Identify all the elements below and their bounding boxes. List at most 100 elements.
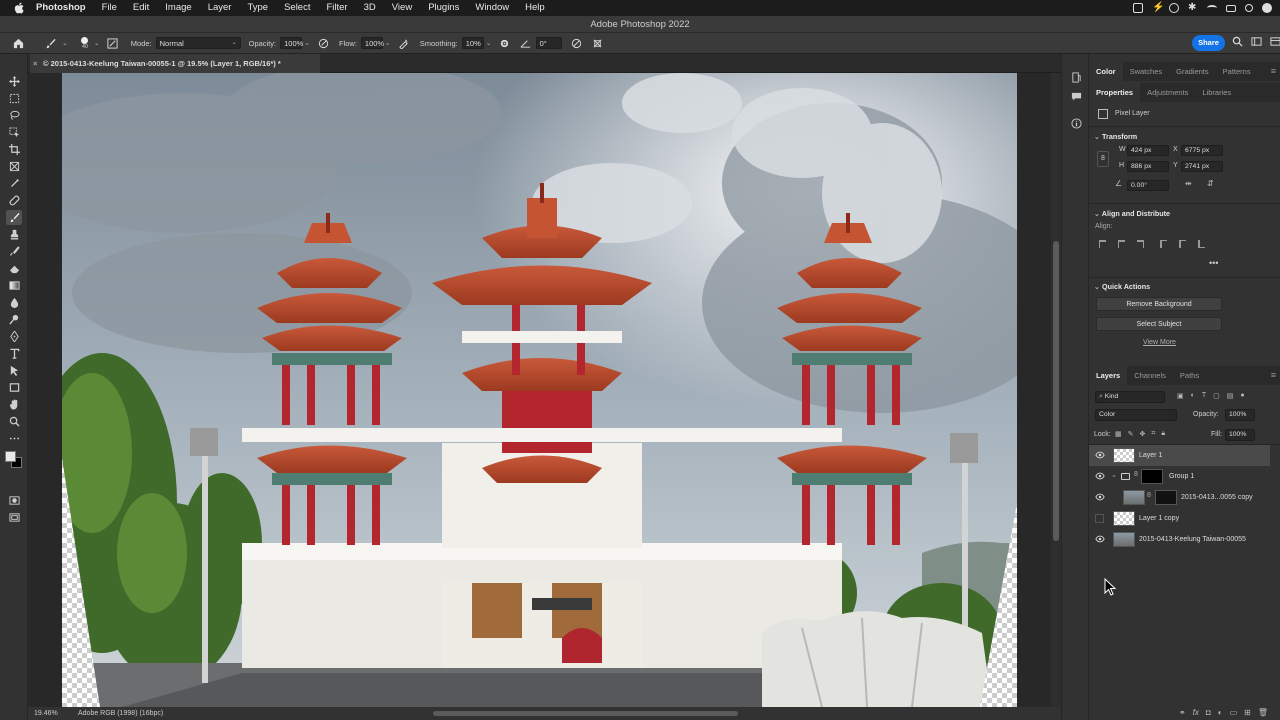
quick-actions-header[interactable]: ⌄ Quick Actions: [1094, 282, 1150, 291]
dodge-tool-icon[interactable]: [6, 312, 22, 327]
pen-tool-icon[interactable]: [6, 329, 22, 344]
type-tool-icon[interactable]: [6, 346, 22, 361]
menu-type[interactable]: Type: [239, 0, 276, 16]
lasso-tool-icon[interactable]: [6, 108, 22, 123]
tab-adjustments[interactable]: Adjustments: [1140, 83, 1195, 102]
bolt-icon[interactable]: ⚡: [1152, 3, 1164, 13]
delete-layer-icon[interactable]: 🗑︎: [1258, 708, 1268, 717]
comments-panel-icon[interactable]: [1069, 89, 1083, 103]
quick-mask-icon[interactable]: [6, 493, 22, 508]
history-panel-icon[interactable]: [1069, 70, 1083, 84]
brush-tool-icon[interactable]: [6, 210, 22, 225]
width-field[interactable]: 424 px: [1127, 145, 1169, 156]
opacity-field[interactable]: 100%: [280, 37, 303, 49]
select-subject-button[interactable]: Select Subject: [1096, 317, 1222, 331]
menu-3d[interactable]: 3D: [356, 0, 384, 16]
healing-brush-tool-icon[interactable]: [6, 193, 22, 208]
arrange-icon[interactable]: [1270, 36, 1280, 50]
lock-all-icon[interactable]: 🔒︎: [1161, 430, 1165, 438]
angle-field[interactable]: 0°: [535, 37, 562, 49]
spotlight-icon[interactable]: [1245, 4, 1253, 12]
eyedropper-tool-icon[interactable]: [6, 176, 22, 191]
flip-vertical-icon[interactable]: ⇵: [1207, 179, 1214, 188]
menu-select[interactable]: Select: [276, 0, 318, 16]
tab-color[interactable]: Color: [1089, 62, 1123, 81]
menu-file[interactable]: File: [94, 0, 125, 16]
vertical-scroll-thumb[interactable]: [1053, 241, 1059, 541]
zoom-tool-icon[interactable]: [6, 414, 22, 429]
home-icon[interactable]: [11, 36, 25, 50]
layer-row[interactable]: 2015-0413-Keelung Taiwan-00055: [1089, 529, 1270, 550]
workspace-icon[interactable]: [1251, 36, 1262, 50]
tab-gradients[interactable]: Gradients: [1169, 62, 1216, 81]
tool-preset-chevron-icon[interactable]: ⌄: [62, 39, 68, 47]
layer-opacity-field[interactable]: 100%: [1225, 409, 1255, 421]
frame-tool-icon[interactable]: [6, 159, 22, 174]
flow-chevron-icon[interactable]: ⌄: [385, 39, 391, 47]
kind-filter[interactable]: ⌕ Kind: [1095, 391, 1165, 403]
new-layer-icon[interactable]: ⊞: [1244, 708, 1251, 717]
horizontal-scroll-thumb[interactable]: [433, 711, 738, 716]
bluetooth-icon[interactable]: ✱: [1188, 3, 1198, 13]
wifi-icon[interactable]: [1207, 5, 1217, 11]
zoom-level[interactable]: 19.46%: [34, 707, 58, 720]
menu-app-name[interactable]: Photoshop: [26, 0, 94, 16]
pressure-opacity-icon[interactable]: [316, 36, 330, 50]
history-brush-tool-icon[interactable]: [6, 244, 22, 259]
brush-size-chevron-icon[interactable]: ⌄: [94, 39, 100, 47]
clone-stamp-tool-icon[interactable]: [6, 227, 22, 242]
visibility-eye-icon[interactable]: [1095, 534, 1105, 544]
align-header[interactable]: ⌄ Align and Distribute: [1094, 209, 1170, 218]
angle-field[interactable]: 0.00°: [1127, 180, 1169, 191]
control-center-icon[interactable]: [1226, 4, 1236, 12]
info-panel-icon[interactable]: [1069, 116, 1083, 130]
menu-image[interactable]: Image: [157, 0, 199, 16]
rectangle-tool-icon[interactable]: [6, 380, 22, 395]
layers-menu-icon[interactable]: ≡: [1271, 366, 1276, 385]
brush-tool-icon[interactable]: [43, 36, 57, 50]
tab-channels[interactable]: Channels: [1127, 366, 1173, 385]
align-top-icon[interactable]: [1160, 240, 1167, 248]
close-tab-icon[interactable]: ×: [33, 54, 37, 73]
tab-layers[interactable]: Layers: [1089, 366, 1128, 385]
layer-row[interactable]: Layer 1: [1089, 445, 1270, 466]
visibility-hidden-icon[interactable]: [1095, 514, 1104, 523]
y-field[interactable]: 2741 px: [1181, 161, 1223, 172]
color-profile[interactable]: Adobe RGB (1998) (16bpc): [78, 707, 163, 720]
layer-row[interactable]: Layer 1 copy: [1089, 508, 1270, 529]
remove-background-button[interactable]: Remove Background: [1096, 297, 1222, 311]
tab-libraries[interactable]: Libraries: [1195, 83, 1238, 102]
smoothing-chevron-icon[interactable]: ⌄: [486, 39, 492, 47]
marquee-tool-icon[interactable]: [6, 91, 22, 106]
link-layers-icon[interactable]: ⚭: [1179, 708, 1186, 717]
smoothing-gear-icon[interactable]: [498, 36, 512, 50]
view-more-link[interactable]: View More: [1143, 339, 1176, 346]
share-button[interactable]: Share: [1192, 35, 1225, 51]
angle-icon[interactable]: [519, 36, 533, 50]
menu-layer[interactable]: Layer: [200, 0, 240, 16]
more-options-icon[interactable]: •••: [1209, 258, 1218, 268]
lock-transparency-icon[interactable]: ▦: [1115, 430, 1122, 438]
brush-size-picker[interactable]: 40: [78, 33, 92, 54]
new-group-icon[interactable]: ▭: [1230, 708, 1238, 717]
filter-adjust-icon[interactable]: ◐: [1191, 392, 1195, 400]
search-icon[interactable]: [1232, 36, 1243, 50]
filter-smart-icon[interactable]: ▤: [1227, 392, 1234, 400]
hand-tool-icon[interactable]: [6, 397, 22, 412]
align-bottom-icon[interactable]: [1198, 240, 1205, 248]
visibility-eye-icon[interactable]: [1095, 471, 1105, 481]
siri-icon[interactable]: [1262, 3, 1272, 13]
screen-mode-icon[interactable]: [6, 510, 22, 525]
flip-horizontal-icon[interactable]: ⇹: [1185, 179, 1192, 188]
filter-shape-icon[interactable]: ▢: [1213, 392, 1220, 400]
tab-patterns[interactable]: Patterns: [1216, 62, 1258, 81]
menu-view[interactable]: View: [384, 0, 420, 16]
foreground-color-swatch[interactable]: [5, 451, 16, 462]
lock-pixels-icon[interactable]: ✎: [1128, 430, 1134, 438]
apple-icon[interactable]: [12, 0, 26, 16]
canvas-area[interactable]: [28, 73, 1061, 707]
panel-menu-icon[interactable]: ≡: [1271, 62, 1276, 81]
tab-properties[interactable]: Properties: [1089, 83, 1141, 102]
transform-header[interactable]: ⌄ Transform: [1094, 132, 1137, 141]
filter-pixel-icon[interactable]: ▣: [1177, 392, 1184, 400]
